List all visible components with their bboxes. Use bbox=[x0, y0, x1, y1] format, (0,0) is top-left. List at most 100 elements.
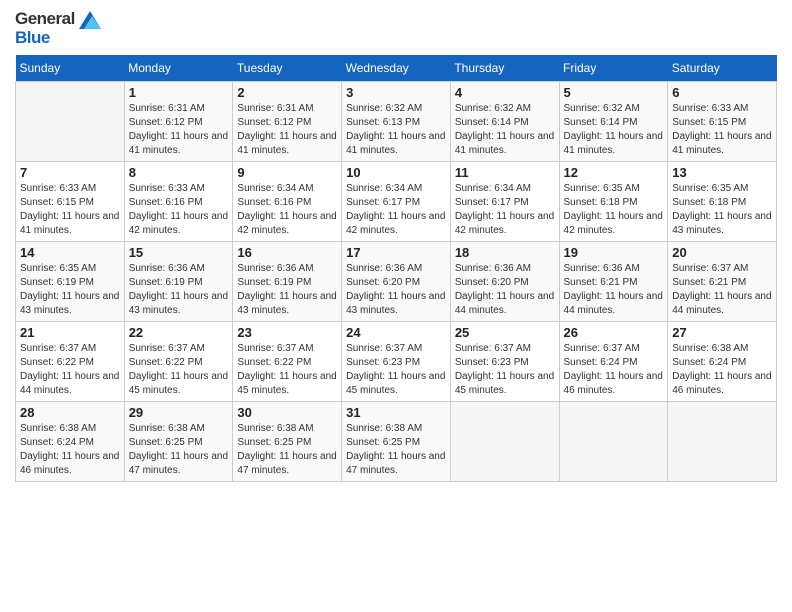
day-number: 14 bbox=[20, 245, 120, 260]
day-cell: 3 Sunrise: 6:32 AMSunset: 6:13 PMDayligh… bbox=[342, 82, 451, 162]
day-number: 31 bbox=[346, 405, 446, 420]
day-number: 7 bbox=[20, 165, 120, 180]
day-info: Sunrise: 6:38 AMSunset: 6:25 PMDaylight:… bbox=[237, 422, 337, 478]
day-number: 3 bbox=[346, 85, 446, 100]
day-number: 27 bbox=[672, 325, 772, 340]
day-cell: 1 Sunrise: 6:31 AMSunset: 6:12 PMDayligh… bbox=[124, 82, 233, 162]
logo-general: General bbox=[15, 10, 101, 29]
day-number: 8 bbox=[129, 165, 229, 180]
day-cell: 15 Sunrise: 6:36 AMSunset: 6:19 PMDaylig… bbox=[124, 242, 233, 322]
day-number: 12 bbox=[564, 165, 664, 180]
day-number: 25 bbox=[455, 325, 555, 340]
day-info: Sunrise: 6:36 AMSunset: 6:20 PMDaylight:… bbox=[346, 262, 446, 318]
week-row-4: 21 Sunrise: 6:37 AMSunset: 6:22 PMDaylig… bbox=[16, 322, 777, 402]
day-cell: 23 Sunrise: 6:37 AMSunset: 6:22 PMDaylig… bbox=[233, 322, 342, 402]
day-number: 15 bbox=[129, 245, 229, 260]
day-cell: 8 Sunrise: 6:33 AMSunset: 6:16 PMDayligh… bbox=[124, 162, 233, 242]
logo-blue: Blue bbox=[15, 29, 101, 48]
day-cell bbox=[450, 402, 559, 482]
day-info: Sunrise: 6:33 AMSunset: 6:16 PMDaylight:… bbox=[129, 182, 229, 238]
header-row: SundayMondayTuesdayWednesdayThursdayFrid… bbox=[16, 55, 777, 82]
day-header-friday: Friday bbox=[559, 55, 668, 82]
day-info: Sunrise: 6:32 AMSunset: 6:14 PMDaylight:… bbox=[455, 102, 555, 158]
day-info: Sunrise: 6:33 AMSunset: 6:15 PMDaylight:… bbox=[20, 182, 120, 238]
day-cell: 7 Sunrise: 6:33 AMSunset: 6:15 PMDayligh… bbox=[16, 162, 125, 242]
day-info: Sunrise: 6:36 AMSunset: 6:21 PMDaylight:… bbox=[564, 262, 664, 318]
day-cell: 30 Sunrise: 6:38 AMSunset: 6:25 PMDaylig… bbox=[233, 402, 342, 482]
day-number: 6 bbox=[672, 85, 772, 100]
day-info: Sunrise: 6:35 AMSunset: 6:19 PMDaylight:… bbox=[20, 262, 120, 318]
day-number: 9 bbox=[237, 165, 337, 180]
day-cell: 26 Sunrise: 6:37 AMSunset: 6:24 PMDaylig… bbox=[559, 322, 668, 402]
day-cell: 12 Sunrise: 6:35 AMSunset: 6:18 PMDaylig… bbox=[559, 162, 668, 242]
day-cell: 14 Sunrise: 6:35 AMSunset: 6:19 PMDaylig… bbox=[16, 242, 125, 322]
day-number: 29 bbox=[129, 405, 229, 420]
day-cell: 19 Sunrise: 6:36 AMSunset: 6:21 PMDaylig… bbox=[559, 242, 668, 322]
day-number: 4 bbox=[455, 85, 555, 100]
day-info: Sunrise: 6:32 AMSunset: 6:14 PMDaylight:… bbox=[564, 102, 664, 158]
day-number: 10 bbox=[346, 165, 446, 180]
day-cell: 25 Sunrise: 6:37 AMSunset: 6:23 PMDaylig… bbox=[450, 322, 559, 402]
day-number: 24 bbox=[346, 325, 446, 340]
day-info: Sunrise: 6:37 AMSunset: 6:22 PMDaylight:… bbox=[20, 342, 120, 398]
day-info: Sunrise: 6:34 AMSunset: 6:16 PMDaylight:… bbox=[237, 182, 337, 238]
day-cell bbox=[559, 402, 668, 482]
day-cell: 10 Sunrise: 6:34 AMSunset: 6:17 PMDaylig… bbox=[342, 162, 451, 242]
day-cell: 2 Sunrise: 6:31 AMSunset: 6:12 PMDayligh… bbox=[233, 82, 342, 162]
day-number: 18 bbox=[455, 245, 555, 260]
day-cell: 24 Sunrise: 6:37 AMSunset: 6:23 PMDaylig… bbox=[342, 322, 451, 402]
day-cell: 16 Sunrise: 6:36 AMSunset: 6:19 PMDaylig… bbox=[233, 242, 342, 322]
day-header-tuesday: Tuesday bbox=[233, 55, 342, 82]
day-info: Sunrise: 6:35 AMSunset: 6:18 PMDaylight:… bbox=[672, 182, 772, 238]
day-header-wednesday: Wednesday bbox=[342, 55, 451, 82]
day-info: Sunrise: 6:35 AMSunset: 6:18 PMDaylight:… bbox=[564, 182, 664, 238]
calendar-table: SundayMondayTuesdayWednesdayThursdayFrid… bbox=[15, 55, 777, 482]
day-cell bbox=[668, 402, 777, 482]
day-number: 22 bbox=[129, 325, 229, 340]
day-cell: 5 Sunrise: 6:32 AMSunset: 6:14 PMDayligh… bbox=[559, 82, 668, 162]
week-row-3: 14 Sunrise: 6:35 AMSunset: 6:19 PMDaylig… bbox=[16, 242, 777, 322]
day-cell: 17 Sunrise: 6:36 AMSunset: 6:20 PMDaylig… bbox=[342, 242, 451, 322]
day-info: Sunrise: 6:37 AMSunset: 6:22 PMDaylight:… bbox=[129, 342, 229, 398]
day-number: 11 bbox=[455, 165, 555, 180]
day-info: Sunrise: 6:37 AMSunset: 6:21 PMDaylight:… bbox=[672, 262, 772, 318]
day-cell: 4 Sunrise: 6:32 AMSunset: 6:14 PMDayligh… bbox=[450, 82, 559, 162]
day-number: 20 bbox=[672, 245, 772, 260]
day-cell: 20 Sunrise: 6:37 AMSunset: 6:21 PMDaylig… bbox=[668, 242, 777, 322]
day-info: Sunrise: 6:37 AMSunset: 6:23 PMDaylight:… bbox=[346, 342, 446, 398]
day-number: 1 bbox=[129, 85, 229, 100]
week-row-2: 7 Sunrise: 6:33 AMSunset: 6:15 PMDayligh… bbox=[16, 162, 777, 242]
day-cell bbox=[16, 82, 125, 162]
day-info: Sunrise: 6:38 AMSunset: 6:25 PMDaylight:… bbox=[129, 422, 229, 478]
day-info: Sunrise: 6:31 AMSunset: 6:12 PMDaylight:… bbox=[129, 102, 229, 158]
day-cell: 22 Sunrise: 6:37 AMSunset: 6:22 PMDaylig… bbox=[124, 322, 233, 402]
day-cell: 28 Sunrise: 6:38 AMSunset: 6:24 PMDaylig… bbox=[16, 402, 125, 482]
day-header-thursday: Thursday bbox=[450, 55, 559, 82]
day-info: Sunrise: 6:34 AMSunset: 6:17 PMDaylight:… bbox=[455, 182, 555, 238]
day-number: 17 bbox=[346, 245, 446, 260]
day-info: Sunrise: 6:36 AMSunset: 6:19 PMDaylight:… bbox=[237, 262, 337, 318]
day-info: Sunrise: 6:37 AMSunset: 6:24 PMDaylight:… bbox=[564, 342, 664, 398]
day-cell: 27 Sunrise: 6:38 AMSunset: 6:24 PMDaylig… bbox=[668, 322, 777, 402]
day-number: 2 bbox=[237, 85, 337, 100]
day-header-monday: Monday bbox=[124, 55, 233, 82]
day-number: 13 bbox=[672, 165, 772, 180]
day-number: 5 bbox=[564, 85, 664, 100]
day-number: 26 bbox=[564, 325, 664, 340]
day-info: Sunrise: 6:36 AMSunset: 6:20 PMDaylight:… bbox=[455, 262, 555, 318]
day-number: 19 bbox=[564, 245, 664, 260]
week-row-5: 28 Sunrise: 6:38 AMSunset: 6:24 PMDaylig… bbox=[16, 402, 777, 482]
week-row-1: 1 Sunrise: 6:31 AMSunset: 6:12 PMDayligh… bbox=[16, 82, 777, 162]
day-info: Sunrise: 6:36 AMSunset: 6:19 PMDaylight:… bbox=[129, 262, 229, 318]
day-info: Sunrise: 6:31 AMSunset: 6:12 PMDaylight:… bbox=[237, 102, 337, 158]
day-cell: 9 Sunrise: 6:34 AMSunset: 6:16 PMDayligh… bbox=[233, 162, 342, 242]
day-info: Sunrise: 6:37 AMSunset: 6:22 PMDaylight:… bbox=[237, 342, 337, 398]
day-cell: 13 Sunrise: 6:35 AMSunset: 6:18 PMDaylig… bbox=[668, 162, 777, 242]
day-info: Sunrise: 6:33 AMSunset: 6:15 PMDaylight:… bbox=[672, 102, 772, 158]
day-info: Sunrise: 6:38 AMSunset: 6:24 PMDaylight:… bbox=[20, 422, 120, 478]
day-cell: 31 Sunrise: 6:38 AMSunset: 6:25 PMDaylig… bbox=[342, 402, 451, 482]
day-cell: 21 Sunrise: 6:37 AMSunset: 6:22 PMDaylig… bbox=[16, 322, 125, 402]
logo: General Blue bbox=[15, 10, 101, 47]
day-header-saturday: Saturday bbox=[668, 55, 777, 82]
day-cell: 11 Sunrise: 6:34 AMSunset: 6:17 PMDaylig… bbox=[450, 162, 559, 242]
